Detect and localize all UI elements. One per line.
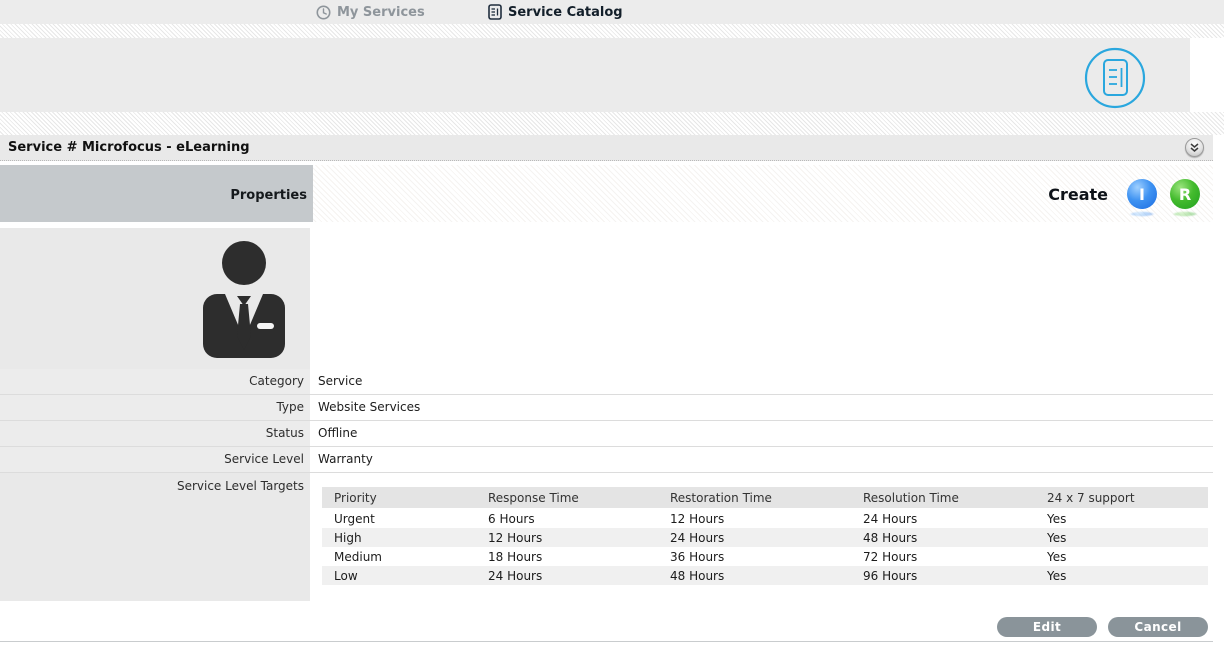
table-row: High 12 Hours 24 Hours 48 Hours Yes	[322, 528, 1208, 547]
slt-cell: High	[322, 528, 476, 547]
slt-cell: Medium	[322, 547, 476, 566]
field-value: Service	[318, 369, 362, 394]
tab-my-services-label: My Services	[337, 5, 425, 20]
slt-cell: 48 Hours	[851, 528, 1035, 547]
double-chevron-down-icon	[1189, 142, 1200, 153]
service-level-targets-label-panel: Service Level Targets	[0, 473, 310, 601]
field-value: Offline	[318, 421, 357, 446]
service-level-targets-label: Service Level Targets	[177, 479, 304, 493]
slt-cell: 36 Hours	[658, 547, 851, 566]
slt-header-row: Priority Response Time Restoration Time …	[322, 487, 1208, 509]
properties-title: Properties	[230, 188, 307, 203]
slt-cell: 6 Hours	[476, 509, 658, 528]
table-row: Urgent 6 Hours 12 Hours 24 Hours Yes	[322, 509, 1208, 528]
slt-cell: Yes	[1035, 509, 1208, 528]
create-incident-button[interactable]: I	[1127, 179, 1157, 209]
field-row-category: Category Service	[0, 369, 1213, 395]
field-label: Type	[0, 395, 310, 420]
bottom-divider	[0, 641, 1213, 642]
catalog-icon	[488, 4, 502, 20]
cancel-button[interactable]: Cancel	[1108, 617, 1208, 637]
slt-cell: 96 Hours	[851, 566, 1035, 585]
slt-cell: 24 Hours	[851, 509, 1035, 528]
create-actions: Create I R	[1048, 178, 1200, 210]
field-row-service-level: Service Level Warranty	[0, 447, 1213, 473]
slt-cell: 12 Hours	[476, 528, 658, 547]
table-row: Medium 18 Hours 36 Hours 72 Hours Yes	[322, 547, 1208, 566]
tab-service-catalog-label: Service Catalog	[508, 5, 623, 20]
slt-cell: Yes	[1035, 566, 1208, 585]
field-row-type: Type Website Services	[0, 395, 1213, 421]
slt-cell: 12 Hours	[658, 509, 851, 528]
slt-cell: 48 Hours	[658, 566, 851, 585]
avatar-panel	[0, 228, 310, 369]
page-header-block	[0, 38, 1190, 112]
tab-my-services[interactable]: My Services	[316, 0, 425, 24]
slt-cell: 72 Hours	[851, 547, 1035, 566]
service-avatar-row	[0, 228, 1213, 369]
field-value: Warranty	[318, 447, 373, 472]
top-tab-bar: My Services Service Catalog	[0, 0, 1224, 24]
service-level-targets-table: Priority Response Time Restoration Time …	[322, 487, 1208, 585]
slt-cell: Low	[322, 566, 476, 585]
slt-col-support: 24 x 7 support	[1035, 487, 1208, 509]
collapse-button[interactable]	[1185, 138, 1204, 157]
field-label: Service Level	[0, 447, 310, 472]
service-level-targets-row: Service Level Targets Priority Response …	[0, 473, 1213, 602]
service-header-bar: Service # Microfocus - eLearning	[0, 135, 1213, 161]
slt-col-restoration: Restoration Time	[658, 487, 851, 509]
slt-cell: 18 Hours	[476, 547, 658, 566]
clock-icon	[316, 5, 331, 20]
edit-button[interactable]: Edit	[997, 617, 1097, 637]
slt-col-response: Response Time	[476, 487, 658, 509]
service-catalog-circle-icon[interactable]	[1084, 47, 1146, 109]
slt-cell: 24 Hours	[658, 528, 851, 547]
striped-divider-middle	[0, 112, 1224, 135]
field-row-status: Status Offline	[0, 421, 1213, 447]
slt-col-priority: Priority	[322, 487, 476, 509]
create-request-button[interactable]: R	[1170, 179, 1200, 209]
table-row: Low 24 Hours 48 Hours 96 Hours Yes	[322, 566, 1208, 585]
businessman-avatar-icon	[194, 236, 294, 362]
field-value: Website Services	[318, 395, 420, 420]
field-label: Status	[0, 421, 310, 446]
slt-cell: Yes	[1035, 528, 1208, 547]
tab-service-catalog[interactable]: Service Catalog	[488, 0, 623, 24]
service-title: Service # Microfocus - eLearning	[8, 135, 250, 161]
slt-cell: Urgent	[322, 509, 476, 528]
field-label: Category	[0, 369, 310, 394]
create-label: Create	[1048, 185, 1108, 204]
slt-cell: Yes	[1035, 547, 1208, 566]
properties-header-band: Properties	[0, 165, 313, 222]
property-fields: Category Service Type Website Services S…	[0, 369, 1213, 473]
slt-cell: 24 Hours	[476, 566, 658, 585]
striped-divider-top	[0, 24, 1224, 38]
slt-col-resolution: Resolution Time	[851, 487, 1035, 509]
properties-section-header: Properties Create I R	[0, 165, 1213, 222]
